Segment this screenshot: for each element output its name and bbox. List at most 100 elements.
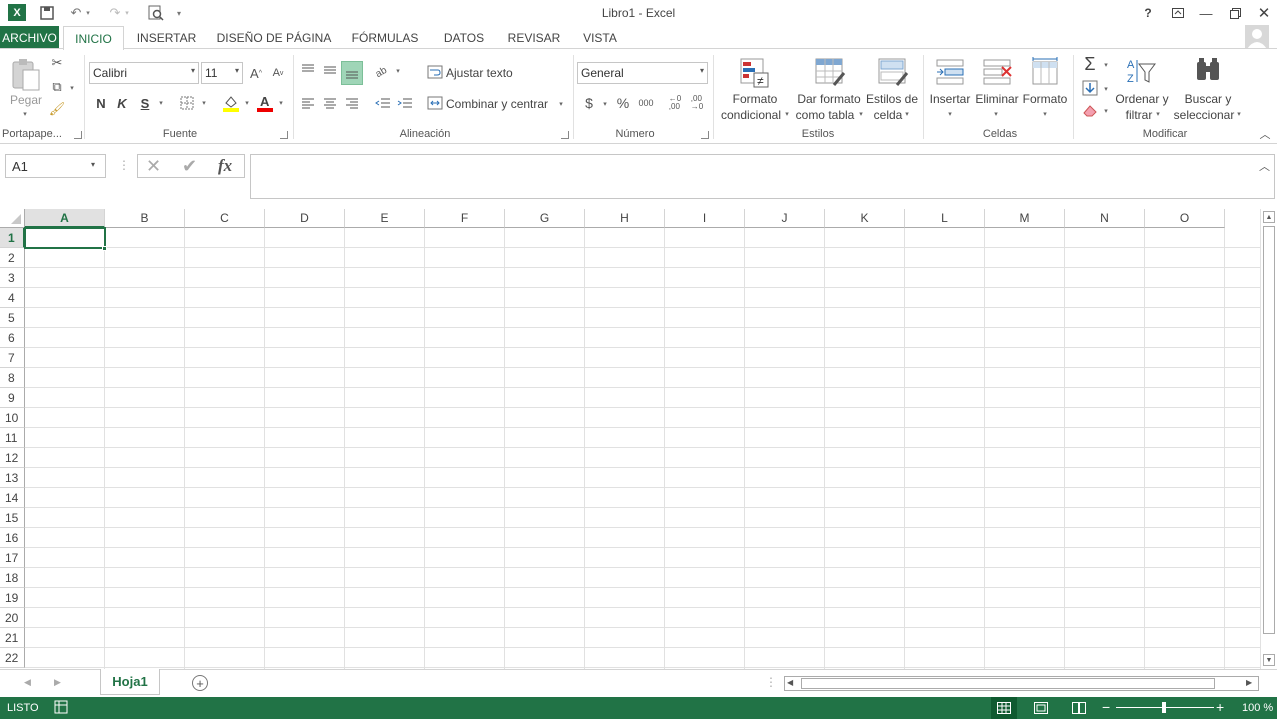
page-layout-view-icon[interactable] — [1034, 702, 1048, 717]
row-header-12[interactable]: 12 — [0, 448, 25, 468]
tab-revisar[interactable]: REVISAR — [504, 26, 564, 49]
tab-formulas[interactable]: FÓRMULAS — [346, 26, 424, 49]
align-top-icon[interactable] — [299, 61, 317, 79]
underline-dropdown-icon[interactable]: ▾ — [156, 98, 166, 108]
font-name-combo[interactable]: Calibri ▾ — [89, 62, 199, 84]
tab-inicio[interactable]: INICIO — [63, 26, 124, 50]
row-header-5[interactable]: 5 — [0, 308, 25, 328]
zoom-in-icon[interactable]: + — [1216, 699, 1224, 715]
row-header-20[interactable]: 20 — [0, 608, 25, 628]
cell-styles-label-2[interactable]: celda — [868, 107, 908, 123]
conditional-format-label-1[interactable]: Formato — [722, 91, 788, 107]
normal-view-icon[interactable] — [991, 697, 1017, 719]
scroll-down-icon[interactable]: ▼ — [1263, 654, 1275, 666]
paste-icon[interactable] — [10, 57, 42, 93]
conditional-format-icon[interactable]: ≠ — [737, 56, 771, 90]
row-header-2[interactable]: 2 — [0, 248, 25, 268]
format-as-table-label-1[interactable]: Dar formato — [794, 91, 864, 107]
wrap-text-icon[interactable] — [426, 64, 444, 80]
paste-label[interactable]: Pegar — [8, 92, 44, 108]
sort-filter-dropdown-icon[interactable]: ▾ — [1154, 107, 1162, 123]
merge-center-icon[interactable] — [426, 95, 444, 111]
insert-cells-label[interactable]: Insertar — [927, 91, 973, 107]
align-bottom-icon[interactable] — [341, 61, 363, 85]
row-header-22[interactable]: 22 — [0, 648, 25, 668]
borders-icon[interactable] — [178, 94, 196, 112]
decrease-indent-icon[interactable] — [374, 94, 392, 112]
column-header-a[interactable]: A — [25, 209, 105, 228]
column-header-b[interactable]: B — [105, 209, 185, 228]
column-header-k[interactable]: K — [825, 209, 905, 228]
clear-icon[interactable] — [1081, 101, 1099, 119]
italic-button[interactable]: K — [114, 94, 130, 112]
format-as-table-label-2[interactable]: como tabla — [792, 107, 858, 123]
add-sheet-icon[interactable]: + — [192, 675, 208, 691]
column-header-h[interactable]: H — [585, 209, 665, 228]
row-header-21[interactable]: 21 — [0, 628, 25, 648]
alignment-launcher-icon[interactable] — [561, 131, 569, 139]
fill-handle[interactable] — [102, 246, 107, 251]
increase-font-icon[interactable]: A ^ — [248, 64, 264, 82]
column-header-l[interactable]: L — [905, 209, 985, 228]
name-box-dropdown-icon[interactable]: ▾ — [91, 160, 95, 169]
format-cells-icon[interactable] — [1029, 56, 1061, 88]
tab-archivo[interactable]: ARCHIVO — [0, 26, 59, 49]
column-header-m[interactable]: M — [985, 209, 1065, 228]
font-size-combo[interactable]: 11 ▾ — [201, 62, 243, 84]
cut-icon[interactable]: ✂ — [49, 55, 65, 71]
cancel-entry-icon[interactable]: ✕ — [146, 156, 161, 177]
row-header-17[interactable]: 17 — [0, 548, 25, 568]
restore-icon[interactable] — [1222, 3, 1248, 23]
active-cell-a1[interactable] — [24, 227, 106, 249]
ribbon-display-options-icon[interactable] — [1165, 3, 1191, 23]
font-color-icon[interactable]: A — [256, 93, 274, 113]
page-break-view-icon[interactable] — [1072, 702, 1086, 717]
sort-filter-label-1[interactable]: Ordenar y — [1113, 91, 1171, 107]
tab-insertar[interactable]: INSERTAR — [131, 26, 202, 49]
align-middle-icon[interactable] — [321, 61, 339, 79]
find-select-dropdown-icon[interactable]: ▾ — [1235, 107, 1243, 123]
conditional-format-dropdown-icon[interactable]: ▾ — [783, 107, 791, 123]
conditional-format-label-2[interactable]: condicional — [718, 107, 784, 123]
autosum-icon[interactable]: Σ — [1081, 54, 1099, 74]
currency-button[interactable]: $ — [581, 94, 597, 112]
row-header-3[interactable]: 3 — [0, 268, 25, 288]
column-header-o[interactable]: O — [1145, 209, 1225, 228]
percent-button[interactable]: % — [614, 94, 632, 112]
increase-indent-icon[interactable] — [396, 94, 414, 112]
align-left-icon[interactable] — [299, 94, 317, 112]
row-header-18[interactable]: 18 — [0, 568, 25, 588]
column-header-g[interactable]: G — [505, 209, 585, 228]
vertical-scrollbar[interactable]: ▲ ▼ — [1260, 209, 1277, 669]
scroll-left-icon[interactable]: ◀ — [787, 678, 793, 687]
borders-dropdown-icon[interactable]: ▾ — [199, 98, 209, 108]
row-header-10[interactable]: 10 — [0, 408, 25, 428]
confirm-entry-icon[interactable]: ✔ — [182, 156, 197, 177]
format-cells-label[interactable]: Formato — [1021, 91, 1069, 107]
row-header-6[interactable]: 6 — [0, 328, 25, 348]
column-header-e[interactable]: E — [345, 209, 425, 228]
delete-cells-label[interactable]: Eliminar — [973, 91, 1021, 107]
tab-diseno-de-pagina[interactable]: DISEÑO DE PÁGINA — [212, 26, 336, 49]
align-center-icon[interactable] — [321, 94, 339, 112]
decrease-decimal-icon[interactable]: ,00 →0 — [688, 94, 706, 112]
zoom-level[interactable]: 100 % — [1242, 702, 1273, 714]
merge-dropdown-icon[interactable]: ▾ — [556, 99, 566, 109]
vertical-scroll-thumb[interactable] — [1263, 226, 1275, 634]
orientation-icon[interactable]: ab — [374, 61, 392, 79]
fill-icon[interactable] — [1081, 79, 1099, 97]
row-header-1[interactable]: 1 — [0, 228, 25, 248]
column-header-j[interactable]: J — [745, 209, 825, 228]
row-header-4[interactable]: 4 — [0, 288, 25, 308]
zoom-out-icon[interactable]: − — [1102, 699, 1110, 715]
close-icon[interactable]: ✕ — [1251, 3, 1277, 23]
format-painter-icon[interactable]: 🖌 — [49, 101, 66, 117]
column-header-n[interactable]: N — [1065, 209, 1145, 228]
cell-styles-label-1[interactable]: Estilos de — [864, 91, 920, 107]
decrease-font-icon[interactable]: Av — [270, 64, 286, 82]
insert-cells-dropdown-icon[interactable]: ▾ — [946, 107, 954, 123]
horizontal-scrollbar[interactable]: ◀ ▶ — [784, 676, 1259, 691]
select-all-corner[interactable] — [0, 209, 25, 228]
number-format-combo[interactable]: General ▾ — [577, 62, 708, 84]
delete-cells-icon[interactable] — [981, 56, 1013, 88]
